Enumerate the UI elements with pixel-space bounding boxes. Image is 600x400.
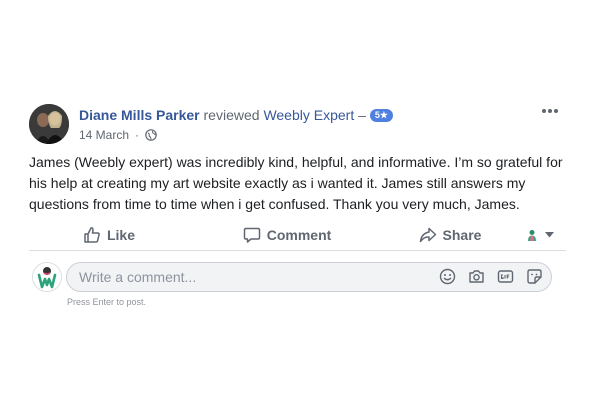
like-label: Like <box>106 226 135 243</box>
post-hint: Press Enter to post. <box>67 297 147 307</box>
audience-avatar-icon <box>528 229 536 241</box>
commenter-avatar[interactable] <box>32 262 62 292</box>
post-header-line: Diane Mills Parker reviewed Weebly Exper… <box>79 106 393 124</box>
review-post: Diane Mills Parker reviewed Weebly Exper… <box>0 0 600 400</box>
comment-button[interactable]: Comment <box>189 219 385 250</box>
reviewed-text: reviewed <box>203 107 260 123</box>
author-avatar[interactable] <box>29 104 69 144</box>
header-dash: – <box>358 107 366 123</box>
comment-box <box>66 262 552 292</box>
post-meta: 14 March · <box>79 127 157 143</box>
dot <box>542 109 546 113</box>
comment-input[interactable] <box>79 263 429 291</box>
globe-icon[interactable] <box>145 129 157 141</box>
author-name-link[interactable]: Diane Mills Parker <box>79 107 200 123</box>
caret-down-icon <box>545 231 554 237</box>
gif-icon[interactable] <box>497 268 514 285</box>
action-bar: Like Comment Share <box>29 219 566 250</box>
comment-label: Comment <box>266 226 332 243</box>
more-options-icon[interactable] <box>538 104 562 118</box>
thumbs-up-icon <box>84 226 100 243</box>
share-arrow-icon <box>419 227 436 242</box>
dot <box>548 109 552 113</box>
share-label: Share <box>442 226 482 243</box>
like-button[interactable]: Like <box>29 219 189 250</box>
share-button[interactable]: Share <box>385 219 515 250</box>
comment-tools <box>439 268 543 285</box>
audience-selector[interactable] <box>515 219 566 250</box>
page-name-link[interactable]: Weebly Expert <box>263 107 354 123</box>
emoji-icon[interactable] <box>439 268 456 285</box>
meta-separator: · <box>135 128 140 142</box>
sticker-icon[interactable] <box>526 268 543 285</box>
post-body-text: James (Weebly expert) was incredibly kin… <box>29 154 563 212</box>
camera-icon[interactable] <box>468 268 485 285</box>
post-date[interactable]: 14 March <box>79 127 129 143</box>
dot <box>554 109 558 113</box>
speech-bubble-icon <box>243 227 260 243</box>
rating-badge: 5★ <box>369 109 393 122</box>
divider <box>29 250 566 251</box>
